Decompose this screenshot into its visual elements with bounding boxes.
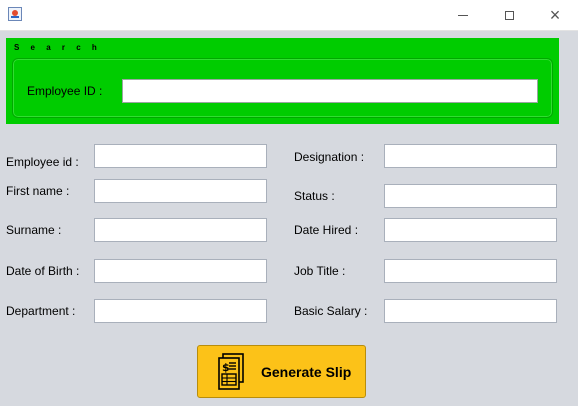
status-field[interactable]	[384, 184, 557, 208]
search-employee-id-label: Employee ID :	[27, 84, 103, 98]
search-group: Employee ID :	[12, 58, 553, 118]
search-employee-id-input[interactable]	[122, 79, 538, 103]
surname-label: Surname :	[6, 223, 62, 237]
maximize-button[interactable]	[486, 0, 532, 30]
search-panel: S e a r c h Employee ID :	[6, 38, 559, 124]
date-hired-label: Date Hired :	[294, 223, 359, 237]
generate-slip-label: Generate Slip	[261, 363, 352, 380]
surname-field[interactable]	[94, 218, 267, 242]
department-field[interactable]	[94, 299, 267, 323]
first-name-label: First name :	[6, 184, 70, 198]
search-panel-title: S e a r c h	[14, 43, 102, 52]
employee-id-field[interactable]	[94, 144, 267, 168]
date-of-birth-field[interactable]	[94, 259, 267, 283]
generate-slip-button[interactable]: $ Generate Slip	[197, 345, 366, 398]
minimize-button[interactable]	[440, 0, 486, 30]
job-title-field[interactable]	[384, 259, 557, 283]
close-icon: ×	[549, 5, 561, 25]
minimize-icon	[458, 14, 468, 16]
department-label: Department :	[6, 304, 76, 318]
svg-text:$: $	[222, 361, 230, 374]
job-title-label: Job Title :	[294, 264, 346, 278]
employee-id-label: Employee id :	[6, 155, 79, 169]
maximize-icon	[504, 10, 514, 20]
date-hired-field[interactable]	[384, 218, 557, 242]
designation-label: Designation :	[294, 150, 365, 164]
basic-salary-label: Basic Salary :	[294, 304, 368, 318]
designation-field[interactable]	[384, 144, 557, 168]
close-button[interactable]: ×	[532, 0, 578, 30]
title-bar: ×	[0, 0, 578, 31]
salary-slip-icon: $	[216, 352, 246, 391]
first-name-field[interactable]	[94, 179, 267, 203]
java-app-icon	[8, 7, 22, 21]
date-of-birth-label: Date of Birth :	[6, 264, 80, 278]
status-label: Status :	[294, 189, 335, 203]
basic-salary-field[interactable]	[384, 299, 557, 323]
